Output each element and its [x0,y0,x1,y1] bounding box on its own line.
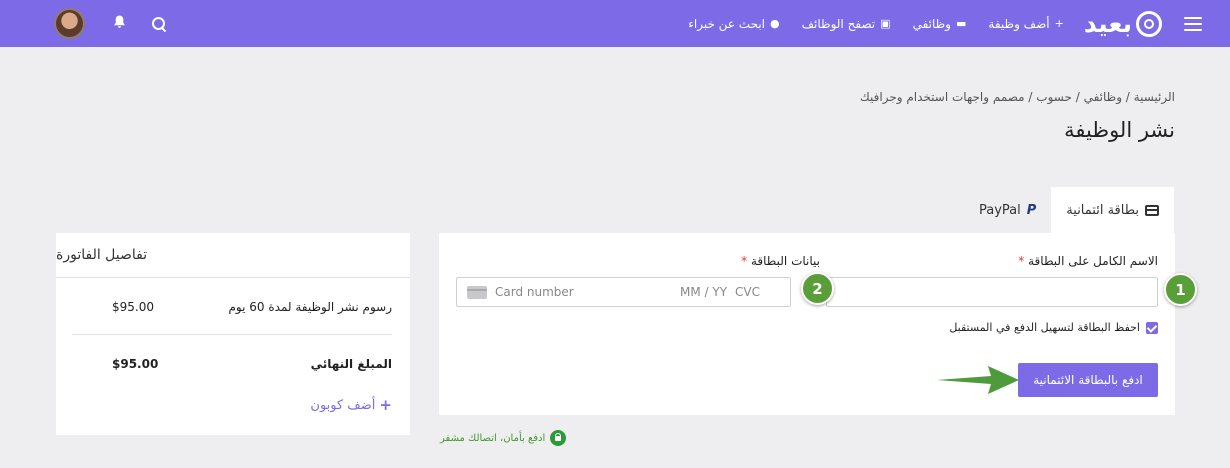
plus-icon: + [1054,17,1064,30]
nav-add-job[interactable]: + أضف وظيفة [988,17,1063,31]
payment-tabs: بطاقة ائتمانية P PayPal [964,187,1174,233]
logo-mark-icon [1136,10,1162,37]
avatar[interactable] [54,8,85,39]
card-number-placeholder: Card number [495,285,574,299]
plus-icon: + [379,396,392,414]
invoice-panel: تفاصيل الفاتورة رسوم نشر الوظيفة لمدة 60… [56,233,410,435]
card-details-label: بيانات البطاقة * [741,254,820,268]
nav-add-job-label: أضف وظيفة [988,16,1050,31]
arrow-pointer-icon [937,366,1019,394]
card-details-label-text: بيانات البطاقة [750,254,820,268]
tab-credit-card-label: بطاقة ائتمانية [1066,202,1139,218]
step-badge-2: 2 [801,272,834,305]
step-badge-1: 1 [1164,273,1197,306]
credit-card-icon [1145,204,1159,216]
breadcrumb[interactable]: الرئيسية / وظائفي / حسوب / مصمم واجهات ا… [860,90,1175,104]
menu-icon[interactable] [1184,16,1202,31]
invoice-total-amount: $95.00 [112,357,159,371]
bell-icon[interactable] [113,15,126,33]
lock-icon [550,430,567,446]
card-name-label: الاسم الكامل على البطاقة * [1018,254,1158,268]
add-coupon-label: أضف كوبون [310,397,376,413]
top-navbar: بعيد + أضف وظيفة ▬ وظائفي ▣ تصفح الوظائف… [0,0,1230,47]
add-coupon-link[interactable]: + أضف كوبون [310,396,392,414]
tab-credit-card[interactable]: بطاقة ائتمانية [1051,187,1174,233]
secure-payment-text: ادفع بأمان، اتصالك مشفر [440,432,546,444]
nav-browse-jobs[interactable]: ▣ تصفح الوظائف [802,17,891,31]
card-number-field[interactable]: Card number MM / YY CVC [456,277,791,307]
search-icon[interactable] [152,16,166,31]
briefcase-icon: ▣ [880,17,891,30]
main-nav: بعيد + أضف وظيفة ▬ وظائفي ▣ تصفح الوظائف… [666,0,1202,47]
card-cvc-placeholder: CVC [735,285,760,299]
logo-text: بعيد [1083,9,1132,38]
nav-find-experts-label: ابحث عن خبراء [688,16,765,31]
user-actions [54,7,166,40]
users-icon: ● [770,17,780,30]
nav-my-jobs-label: وظائفي [912,16,951,31]
page-title: نشر الوظيفة [1064,118,1175,142]
invoice-line-amount: $95.00 [112,300,154,314]
nav-find-experts[interactable]: ● ابحث عن خبراء [688,17,779,31]
card-expiry-placeholder: MM / YY [679,285,728,299]
required-mark: * [741,254,748,268]
secure-payment-note: ادفع بأمان، اتصالك مشفر [440,430,567,446]
tab-paypal[interactable]: P PayPal [964,187,1051,233]
save-card-checkbox[interactable] [1146,321,1158,334]
required-mark: * [1018,254,1025,268]
tab-paypal-label: PayPal [979,202,1021,218]
invoice-divider [72,334,392,335]
folder-icon: ▬ [955,17,967,30]
card-number-icon [467,285,487,299]
invoice-line-label: رسوم نشر الوظيفة لمدة 60 يوم [228,300,392,314]
pay-with-card-button[interactable]: ادفع بالبطاقة الائتمانية [1018,363,1158,397]
nav-my-jobs[interactable]: ▬ وظائفي [913,17,967,31]
invoice-total-label: المبلغ النهائي [310,357,392,371]
invoice-title: تفاصيل الفاتورة [56,233,410,278]
save-card-label: احفظ البطاقة لتسهيل الدفع في المستقبل [949,321,1140,334]
invoice-line: رسوم نشر الوظيفة لمدة 60 يوم $95.00 [72,300,392,314]
card-name-label-text: الاسم الكامل على البطاقة [1028,254,1158,268]
invoice-total: المبلغ النهائي $95.00 [72,357,392,371]
paypal-icon: P [1026,202,1037,218]
card-name-input[interactable] [826,277,1158,307]
logo[interactable]: بعيد [1083,9,1162,38]
save-card-option[interactable]: احفظ البطاقة لتسهيل الدفع في المستقبل [949,321,1158,334]
payment-form-panel: الاسم الكامل على البطاقة * بيانات البطاق… [439,233,1175,415]
nav-browse-jobs-label: تصفح الوظائف [801,16,876,31]
